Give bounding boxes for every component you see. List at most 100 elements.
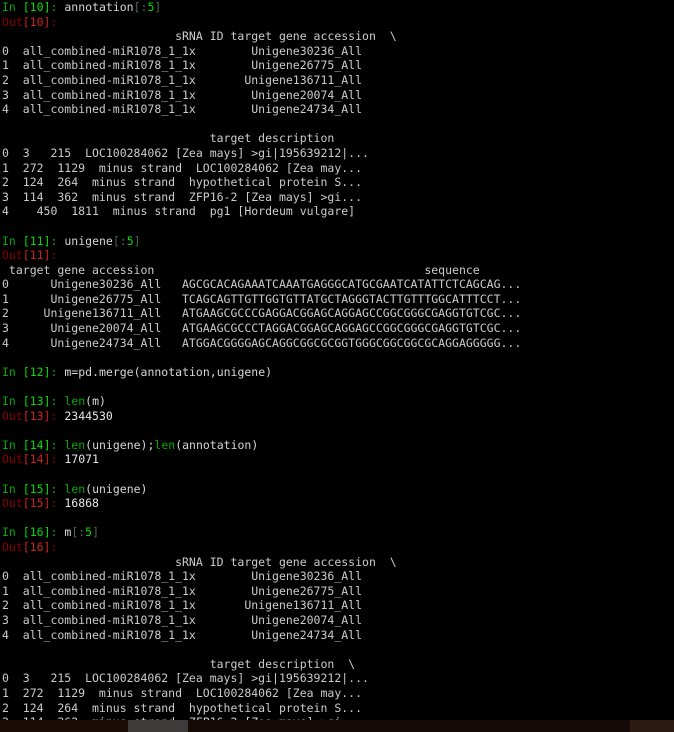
taskbar-active-window-segment[interactable] xyxy=(128,720,188,732)
out-prompt-label: Out xyxy=(2,248,23,263)
code-builtin-len-second: len xyxy=(154,437,176,452)
dataframe-header-row: sRNA ID target gene accession \ xyxy=(2,554,397,569)
out-prompt-number-14: [14] xyxy=(22,452,51,467)
table-row: 1 272 1129 minus strand LOC100284062 [Ze… xyxy=(2,160,363,175)
prompt-line-in-13[interactable]: In [13]: len(m) xyxy=(0,394,674,409)
code-merge-statement[interactable]: m=pd.merge(annotation,unigene) xyxy=(64,365,272,379)
code-bracket-open: [: xyxy=(71,525,86,540)
code-builtin-len: len xyxy=(64,481,86,496)
table-row: 0 Unigene30236_All AGCGCACAGAAATCAAATGAG… xyxy=(2,277,522,292)
taskbar-middle-segment xyxy=(188,720,630,732)
table-row: 2 all_combined-miR1078_1_1x Unigene13671… xyxy=(2,72,363,87)
prompt-line-in-11[interactable]: In [11]: unigene[:5] xyxy=(0,234,674,249)
table-row: 1 all_combined-miR1078_1_1x Unigene26775… xyxy=(2,58,363,73)
prompt-line-out-14: Out[14]: 17071 xyxy=(0,452,674,467)
table-row: 3 114 362 minus strand ZFP16-2 [Zea mays… xyxy=(2,189,363,204)
dataframe-header-row: sRNA ID target gene accession \ xyxy=(2,29,397,44)
in-prompt-number-11: [11] xyxy=(22,233,51,248)
code-bracket-close: ] xyxy=(92,525,100,540)
prompt-line-in-14[interactable]: In [14]: len(unigene);len(annotation) xyxy=(0,438,674,453)
table-row: 4 all_combined-miR1078_1_1x Unigene24734… xyxy=(2,627,363,642)
in-prompt-number-16: [16] xyxy=(22,525,51,540)
table-row: 1 all_combined-miR1078_1_1x Unigene26775… xyxy=(2,583,363,598)
code-builtin-len: len xyxy=(64,437,86,452)
code-len-args[interactable]: (unigene); xyxy=(85,438,154,452)
prompt-line-in-15[interactable]: In [15]: len(unigene) xyxy=(0,482,674,497)
table-row: 0 3 215 LOC100284062 [Zea mays] >gi|1956… xyxy=(2,145,369,160)
code-bracket-open: [: xyxy=(112,233,127,248)
table-row: 2 124 264 minus strand hypothetical prot… xyxy=(2,175,363,190)
out-prompt-colon: : xyxy=(50,248,58,263)
code-bracket-close: ] xyxy=(133,233,141,248)
code-len-args[interactable]: (unigene) xyxy=(85,482,147,496)
out-prompt-number-15: [15] xyxy=(22,496,51,511)
prompt-line-in-10[interactable]: In [10]: annotation[:5] xyxy=(0,0,674,15)
code-len-args[interactable]: (m) xyxy=(85,394,106,408)
out-prompt-colon: : xyxy=(50,539,58,554)
in-prompt-label: In xyxy=(2,0,16,14)
table-row: 4 450 1811 minus strand pg1 [Hordeum vul… xyxy=(2,204,356,219)
in-prompt-label: In xyxy=(2,364,16,379)
in-prompt-number-15: [15] xyxy=(22,481,51,496)
out-prompt-label: Out xyxy=(2,14,23,29)
in-prompt-number-13: [13] xyxy=(22,394,51,409)
table-row: 2 all_combined-miR1078_1_1x Unigene13671… xyxy=(2,598,363,613)
taskbar-left-segment xyxy=(0,720,128,732)
code-builtin-len: len xyxy=(64,394,86,409)
output-value-13: 2344530 xyxy=(64,408,113,423)
dataframe-header-row: target gene accession sequence xyxy=(2,262,480,277)
prompt-line-out-16: Out[16]: xyxy=(0,540,674,555)
out-prompt-number-13: [13] xyxy=(22,408,51,423)
output-value-15: 16868 xyxy=(64,496,99,511)
in-prompt-label: In xyxy=(2,394,16,409)
code-len-args-second[interactable]: (annotation) xyxy=(175,438,258,452)
in-prompt-number-12: [12] xyxy=(22,364,51,379)
dataframe-header-row: target description \ xyxy=(2,656,356,671)
desktop-taskbar[interactable] xyxy=(0,720,674,732)
out-prompt-colon: : xyxy=(50,14,58,29)
prompt-line-in-12[interactable]: In [12]: m=pd.merge(annotation,unigene) xyxy=(0,365,674,380)
table-row: 2 Unigene136711_All ATGAAGCGCCCGAGGACGGA… xyxy=(2,306,522,321)
table-row: 3 all_combined-miR1078_1_1x Unigene20074… xyxy=(2,87,363,102)
in-prompt-number-14: [14] xyxy=(22,437,51,452)
code-bracket-close: ] xyxy=(154,0,162,14)
out-prompt-number-10: [10] xyxy=(22,14,51,29)
out-prompt-label: Out xyxy=(2,408,23,423)
in-prompt-label: In xyxy=(2,525,16,540)
table-row: 3 all_combined-miR1078_1_1x Unigene20074… xyxy=(2,612,363,627)
table-row: 0 all_combined-miR1078_1_1x Unigene30236… xyxy=(2,569,363,584)
table-row: 1 272 1129 minus strand LOC100284062 [Ze… xyxy=(2,685,363,700)
in-prompt-number-10: [10] xyxy=(22,0,51,14)
out-prompt-number-11: [11] xyxy=(22,248,51,263)
out-prompt-number-16: [16] xyxy=(22,539,51,554)
code-unigene-slice[interactable]: unigene xyxy=(64,234,112,248)
out-prompt-label: Out xyxy=(2,496,23,511)
dataframe-header-row: target description xyxy=(2,131,335,146)
table-row: 0 all_combined-miR1078_1_1x Unigene30236… xyxy=(2,43,363,58)
taskbar-tray-segment[interactable] xyxy=(630,720,674,732)
in-prompt-label: In xyxy=(2,233,16,248)
prompt-line-out-13: Out[13]: 2344530 xyxy=(0,409,674,424)
out-prompt-label: Out xyxy=(2,539,23,554)
table-row: 3 Unigene20074_All ATGAAGCGCCCTAGGACGGAG… xyxy=(2,321,522,336)
code-bracket-open: [: xyxy=(133,0,148,14)
in-prompt-label: In xyxy=(2,437,16,452)
prompt-line-out-11: Out[11]: xyxy=(0,248,674,263)
table-row: 1 Unigene26775_All TCAGCAGTTGTTGGTGTTATG… xyxy=(2,291,522,306)
output-value-14: 17071 xyxy=(64,452,99,467)
table-row: 4 all_combined-miR1078_1_1x Unigene24734… xyxy=(2,102,363,117)
code-slice-number: 5 xyxy=(126,233,134,248)
table-row: 4 Unigene24734_All ATGGACGGGGAGCAGGCGGCG… xyxy=(2,335,522,350)
out-prompt-label: Out xyxy=(2,452,23,467)
terminal-window[interactable]: In [10]: annotation[:5] Out[10]: sRNA ID… xyxy=(0,0,674,720)
code-annotation-slice[interactable]: annotation xyxy=(64,0,133,14)
prompt-line-in-16[interactable]: In [16]: m[:5] xyxy=(0,525,674,540)
in-prompt-label: In xyxy=(2,481,16,496)
